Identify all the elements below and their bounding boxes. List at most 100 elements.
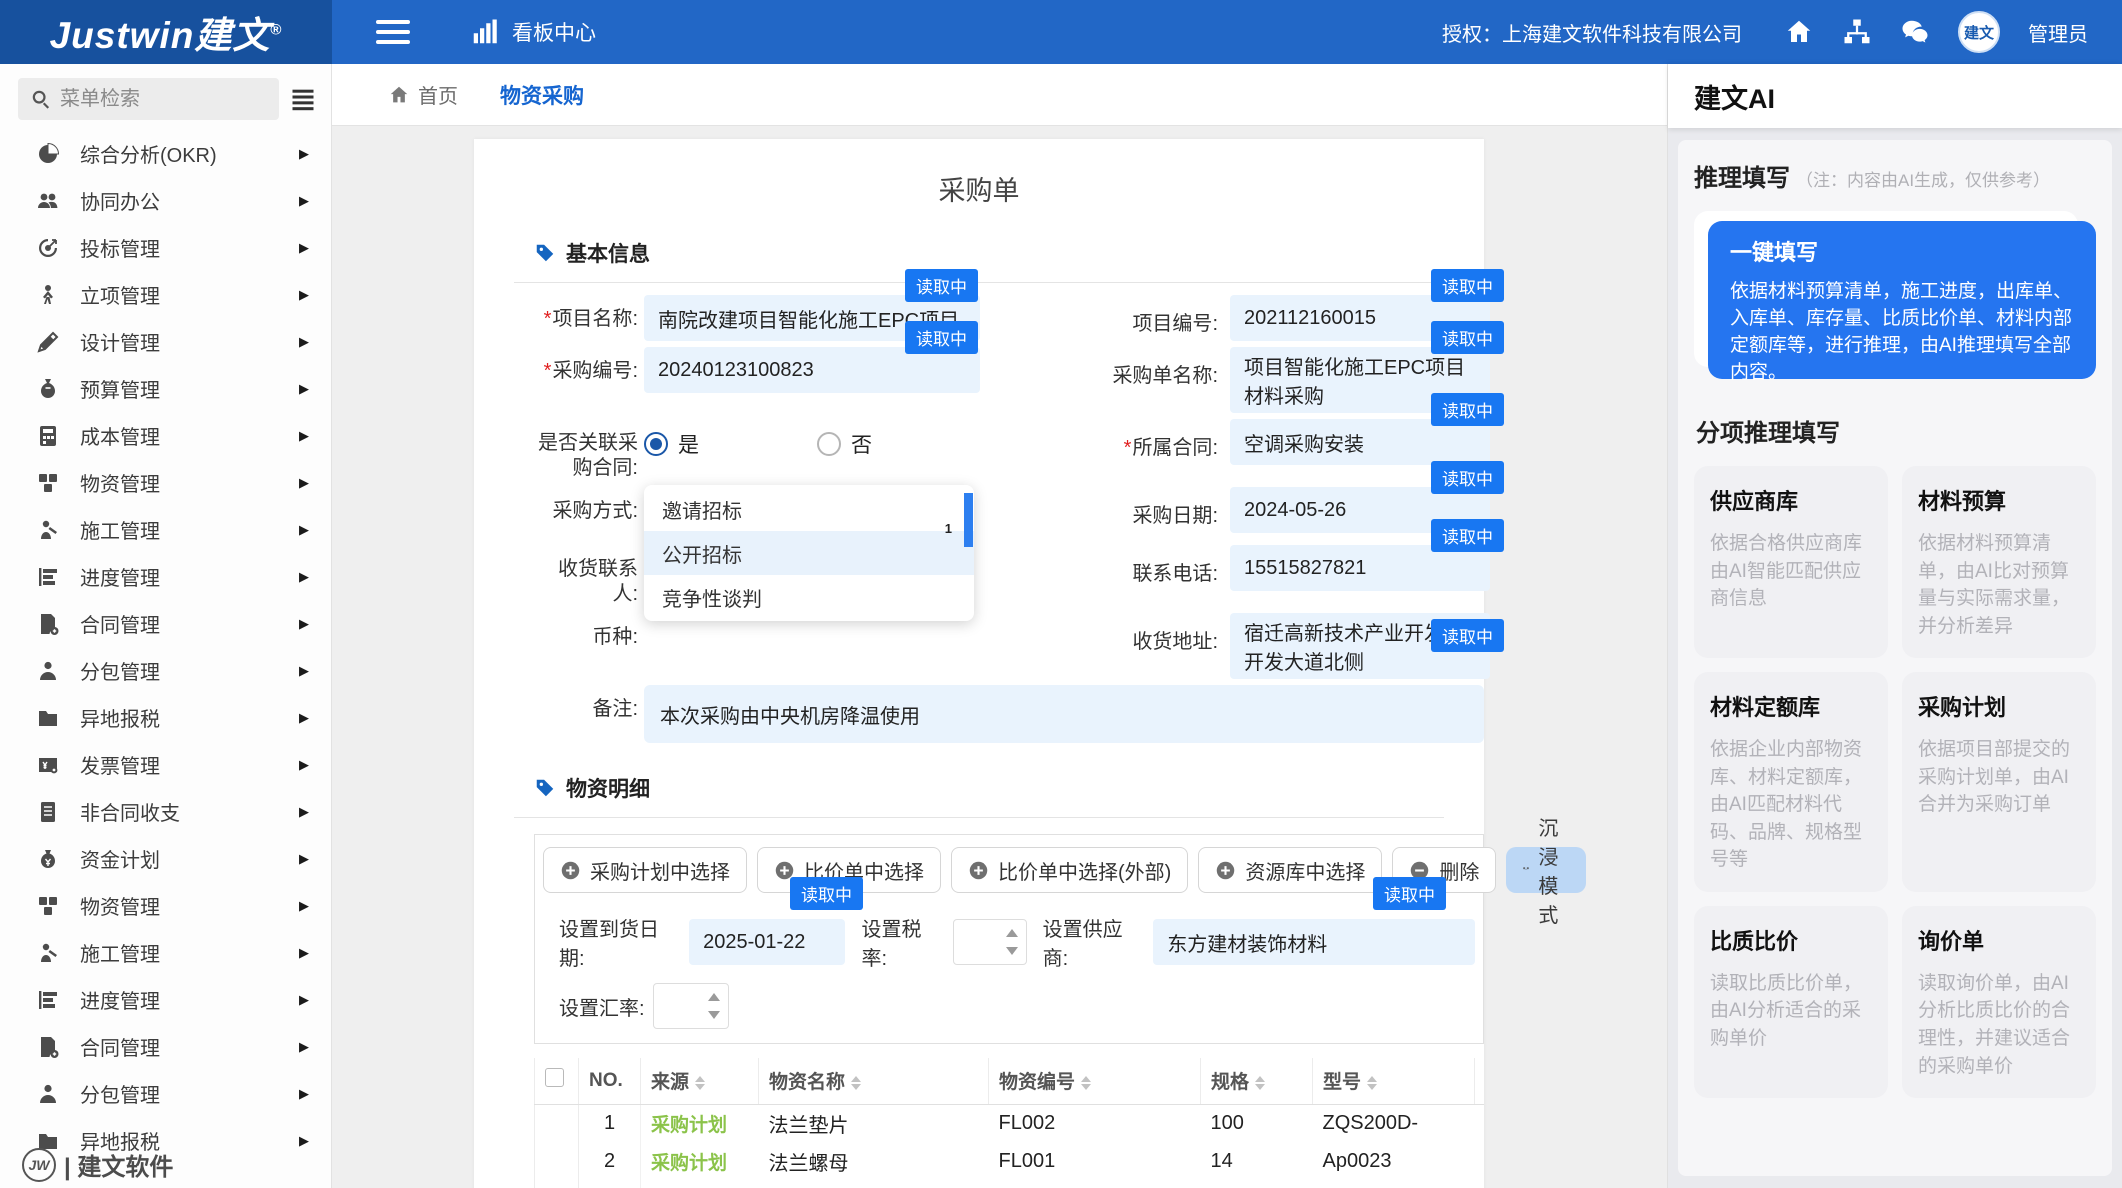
wechat-icon[interactable]	[1900, 17, 1930, 47]
target-icon	[36, 236, 60, 260]
table-column-header[interactable]: 物资编号	[989, 1058, 1201, 1104]
table-row[interactable]: 1 采购计划 法兰垫片 FL002 100 ZQS200D-	[535, 1104, 1485, 1142]
dropdown-option[interactable]: 竞争性谈判	[644, 575, 974, 619]
ai-inference-card[interactable]: 询价单 读取询价单，由AI分析比质比价的合理性，并建议适合的采购单价	[1902, 906, 2096, 1098]
sidebar-menu-item[interactable]: 物资管理 ▶	[0, 459, 331, 506]
table-column-header[interactable]: 规格	[1201, 1058, 1313, 1104]
reading-badge: 读取中	[1431, 519, 1504, 552]
table-column-header[interactable]: 物资名称	[759, 1058, 989, 1104]
one-click-fill-card[interactable]: 一键填写 依据材料预算清单，施工进度，出库单、入库单、库存量、比质比价单、材料内…	[1708, 221, 2096, 379]
breadcrumb-home[interactable]: 首页	[388, 80, 458, 109]
sidebar-menu-item[interactable]: 发票管理 ▶	[0, 741, 331, 788]
board-center-link[interactable]: 看板中心	[470, 17, 596, 47]
sort-icon[interactable]	[1367, 1076, 1377, 1090]
ai-inference-card[interactable]: 供应商库 依据合格供应商库由AI智能匹配供应商信息	[1694, 466, 1888, 658]
toolbar-button[interactable]: 比价单中选择(外部)	[951, 847, 1188, 893]
breadcrumb-current[interactable]: 物资采购	[500, 80, 584, 110]
current-user-label[interactable]: 管理员	[2028, 18, 2088, 47]
sidebar-menu-item[interactable]: 综合分析(OKR) ▶	[0, 130, 331, 177]
table-row[interactable]: 2 采购计划 法兰螺母 FL001 14 Ap0023	[535, 1142, 1485, 1180]
sidebar-item-label: 进度管理	[80, 562, 160, 591]
table-column-header[interactable]: 来源	[641, 1058, 759, 1104]
sort-icon[interactable]	[1081, 1076, 1091, 1090]
link-contract-no-radio[interactable]: 否	[817, 429, 980, 459]
ai-assistant-panel: 建文AI 推理填写 （注：内容由AI生成，仅供参考） 一键填写 依据材料预算清单…	[1668, 64, 2122, 1188]
vendor-watermark: JW | 建文软件	[22, 1147, 173, 1182]
arrival-date-field[interactable]: 2025-01-22	[689, 919, 845, 965]
exchange-rate-stepper[interactable]	[653, 983, 729, 1029]
ai-inference-card[interactable]: 材料预算 依据材料预算清单，由AI比对预算量与实际需求量，并分析差异	[1902, 466, 2096, 658]
ai-card-description: 依据项目部提交的采购计划单，由AI合并为采购订单	[1918, 736, 2080, 819]
row-number: 2	[579, 1142, 641, 1180]
dropdown-option[interactable]: 公开招标	[644, 531, 974, 575]
sidebar-item-label: 异地报税	[80, 703, 160, 732]
user-avatar[interactable]: 建文	[1958, 11, 2000, 53]
ai-card-description: 依据企业内部物资库、材料定额库，由AI匹配材料代码、品牌、规格型号等	[1710, 736, 1872, 874]
sort-icon[interactable]	[851, 1076, 861, 1090]
hamburger-menu-icon[interactable]	[376, 14, 410, 50]
sidebar-menu-item[interactable]: 立项管理 ▶	[0, 271, 331, 318]
menu-search-box[interactable]	[18, 78, 279, 120]
sidebar-menu-item[interactable]: 进度管理 ▶	[0, 976, 331, 1023]
select-all-checkbox[interactable]	[545, 1068, 564, 1087]
chevron-right-icon: ▶	[299, 287, 309, 303]
vendor-name: | 建文软件	[64, 1147, 173, 1182]
sidebar-item-label: 合同管理	[80, 609, 160, 638]
users-icon	[36, 189, 60, 213]
sidebar-menu-item[interactable]: 投标管理 ▶	[0, 224, 331, 271]
table-row[interactable]: 3 采购计划 普通混凝土 CGCL0017 C10 DB2563	[535, 1180, 1485, 1188]
exchange-rate-label: 设置汇率:	[559, 992, 645, 1021]
stepper-up-icon[interactable]	[1006, 929, 1018, 937]
sidebar-menu-item[interactable]: 施工管理 ▶	[0, 929, 331, 976]
table-column-header[interactable]: NO.	[579, 1058, 641, 1104]
ai-card-title: 询价单	[1918, 924, 2080, 956]
reading-badge: 读取中	[1373, 877, 1446, 910]
org-structure-icon[interactable]	[1842, 17, 1872, 47]
sidebar-menu-item[interactable]: 资金计划 ▶	[0, 835, 331, 882]
sort-icon[interactable]	[1255, 1076, 1265, 1090]
ai-inference-card[interactable]: 采购计划 依据项目部提交的采购计划单，由AI合并为采购订单	[1902, 672, 2096, 892]
sidebar-menu-item[interactable]: 设计管理 ▶	[0, 318, 331, 365]
chevron-right-icon: ▶	[299, 945, 309, 961]
sidebar-menu-item[interactable]: 预算管理 ▶	[0, 365, 331, 412]
row-spec: 14	[1201, 1142, 1313, 1180]
toolbar-button[interactable]: 资源库中选择	[1198, 847, 1382, 893]
sidebar-menu-item[interactable]: 进度管理 ▶	[0, 553, 331, 600]
sidebar-menu-item[interactable]: 分包管理 ▶	[0, 1070, 331, 1117]
dropdown-scrollbar-thumb[interactable]	[964, 493, 973, 547]
stepper-down-icon[interactable]	[708, 1011, 720, 1019]
supplier-field[interactable]: 东方建材装饰材料	[1153, 919, 1475, 965]
sidebar-menu-item[interactable]: 异地报税 ▶	[0, 694, 331, 741]
sidebar-menu-item[interactable]: 非合同收支 ▶	[0, 788, 331, 835]
tax-rate-stepper[interactable]	[953, 919, 1027, 965]
toolbar-button[interactable]: 采购计划中选择	[543, 847, 747, 893]
menu-search-input[interactable]	[60, 88, 267, 111]
sort-icon[interactable]	[695, 1076, 705, 1090]
app-logo[interactable]: Justwin建文®	[0, 0, 332, 64]
immersive-mode-button[interactable]: 沉浸模式	[1506, 847, 1586, 893]
sidebar-menu-item[interactable]: 物资管理 ▶	[0, 882, 331, 929]
ai-inference-card[interactable]: 材料定额库 依据企业内部物资库、材料定额库，由AI匹配材料代码、品牌、规格型号等	[1694, 672, 1888, 892]
sidebar-item-label: 合同管理	[80, 1032, 160, 1061]
stepper-up-icon[interactable]	[708, 993, 720, 1001]
ai-inference-card[interactable]: 比质比价 读取比质比价单，由AI分析适合的采购单价	[1694, 906, 1888, 1098]
link-contract-label: 是否关联采购合同:	[534, 419, 638, 481]
table-column-header[interactable]: 单位	[1475, 1058, 1485, 1104]
sidebar-menu-item[interactable]: 成本管理 ▶	[0, 412, 331, 459]
remark-field[interactable]: 本次采购由中央机房降温使用	[644, 685, 1484, 743]
sidebar-menu-item[interactable]: 合同管理 ▶	[0, 1023, 331, 1070]
home-icon[interactable]	[1784, 17, 1814, 47]
sidebar-menu-item[interactable]: 合同管理 ▶	[0, 600, 331, 647]
stepper-down-icon[interactable]	[1006, 947, 1018, 955]
sidebar-item-label: 设计管理	[80, 327, 160, 356]
row-source: 采购计划	[651, 1115, 727, 1136]
sidebar-menu-item[interactable]: 施工管理 ▶	[0, 506, 331, 553]
menu-collapse-icon[interactable]	[289, 85, 317, 113]
table-column-header[interactable]: 型号	[1313, 1058, 1475, 1104]
link-contract-yes-radio[interactable]: 是	[644, 429, 807, 459]
cubes-icon	[36, 894, 60, 918]
sidebar-menu-item[interactable]: 协同办公 ▶	[0, 177, 331, 224]
dropdown-option[interactable]: 邀请招标	[644, 487, 974, 531]
sidebar-menu-item[interactable]: 分包管理 ▶	[0, 647, 331, 694]
sidebar-item-label: 施工管理	[80, 515, 160, 544]
